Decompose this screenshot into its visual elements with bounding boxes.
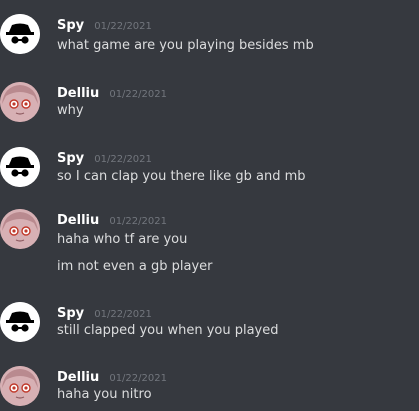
message-header: Delliu 01/22/2021 [57, 82, 167, 101]
username[interactable]: Spy [57, 306, 84, 321]
timestamp: 01/22/2021 [109, 216, 167, 227]
timestamp: 01/22/2021 [109, 373, 167, 384]
spy-incognito-icon[interactable] [0, 147, 40, 187]
message-text: haha you nitro [57, 387, 152, 402]
anime-girl-avatar[interactable] [0, 366, 40, 406]
timestamp: 01/22/2021 [94, 21, 152, 32]
message-text: what game are you playing besides mb [57, 38, 314, 53]
message-header: Delliu 01/22/2021 [57, 209, 167, 228]
timestamp: 01/22/2021 [109, 89, 167, 100]
message-text: still clapped you when you played [57, 323, 279, 338]
message-text: why [57, 103, 84, 118]
message-header: Spy 01/22/2021 [57, 302, 152, 321]
username[interactable]: Delliu [57, 370, 99, 385]
username[interactable]: Delliu [57, 86, 99, 101]
message-header: Spy 01/22/2021 [57, 147, 152, 166]
username[interactable]: Spy [57, 18, 84, 33]
message-text: haha who tf are you [57, 232, 188, 247]
message-header: Spy 01/22/2021 [57, 14, 152, 33]
message-text: so I can clap you there like gb and mb [57, 169, 306, 184]
message-text: im not even a gb player [57, 259, 213, 274]
username[interactable]: Spy [57, 151, 84, 166]
spy-incognito-icon[interactable] [0, 14, 40, 54]
timestamp: 01/22/2021 [94, 309, 152, 320]
spy-incognito-icon[interactable] [0, 302, 40, 342]
username[interactable]: Delliu [57, 213, 99, 228]
message-header: Delliu 01/22/2021 [57, 366, 167, 385]
anime-girl-avatar[interactable] [0, 82, 40, 122]
anime-girl-avatar[interactable] [0, 209, 40, 249]
timestamp: 01/22/2021 [94, 154, 152, 165]
